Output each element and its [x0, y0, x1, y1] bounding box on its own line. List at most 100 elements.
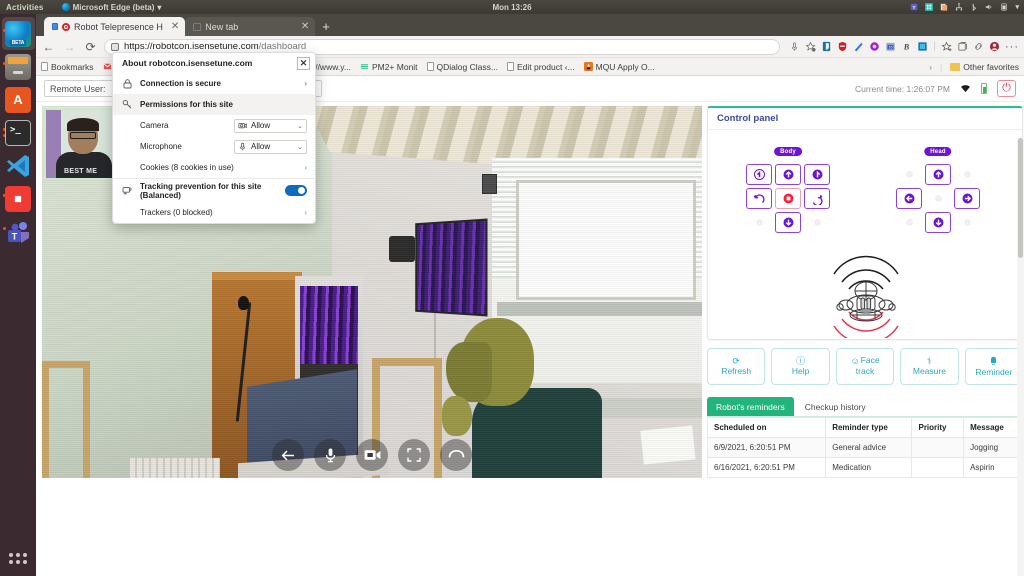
camera-button[interactable] [356, 439, 388, 471]
ubuntu-software-icon [5, 86, 31, 113]
column-header[interactable]: Message [963, 417, 1023, 438]
camera-permission-select[interactable]: Allow ⌄ [234, 118, 307, 133]
face-track-button[interactable]: ☺ Face track [835, 348, 895, 385]
self-view-video[interactable]: BEST ME [44, 108, 116, 180]
column-header[interactable]: Reminder type [825, 417, 913, 438]
teams-tray-icon: T [911, 3, 918, 11]
adblock-extension-icon[interactable] [837, 41, 848, 52]
dock-item-microsoft-edge-beta[interactable] [1, 17, 35, 50]
reminder-button[interactable]: Reminder [964, 348, 1024, 385]
body-rotate-left-button[interactable] [746, 188, 772, 209]
dock-item-files[interactable] [2, 50, 34, 83]
robot-icon [833, 255, 899, 338]
page-scrollbar[interactable] [1017, 138, 1024, 576]
clock[interactable]: Mon 13:26 [492, 3, 531, 12]
dock-item-red-app[interactable] [2, 182, 34, 215]
trackers-row[interactable]: Trackers (0 blocked) › [113, 202, 315, 223]
fullscreen-button[interactable] [398, 439, 430, 471]
bookmark-item[interactable]: MQU Apply O... [583, 62, 655, 72]
back-button[interactable] [272, 439, 304, 471]
select-value: Allow [251, 121, 271, 130]
cookies-row[interactable]: Cookies (8 cookies in use) › [113, 157, 315, 178]
system-tray[interactable]: T ▾ [910, 3, 1019, 11]
close-icon[interactable]: ✕ [297, 56, 310, 70]
settings-more-icon[interactable]: ··· [1005, 41, 1019, 53]
bookmark-item[interactable]: QDialog Class... [426, 62, 498, 72]
help-button[interactable]: ⓘ Help [771, 348, 830, 385]
activities-button[interactable]: Activities [0, 3, 44, 12]
system-menu-caret-icon[interactable]: ▾ [1015, 3, 1019, 11]
chevron-right-icon: › [304, 208, 307, 217]
collections-icon[interactable] [957, 41, 968, 52]
head-right-button[interactable] [954, 188, 980, 209]
back-icon[interactable]: ← [41, 40, 56, 54]
profile-avatar-icon[interactable] [989, 41, 1000, 52]
body-backward-button[interactable] [775, 212, 801, 233]
bookmark-item[interactable]: Bookmarks [41, 62, 94, 72]
bookmark-label: Bookmarks [51, 61, 94, 72]
power-button[interactable]: ⏻ [997, 80, 1016, 97]
hangup-button[interactable] [440, 439, 472, 471]
microphone-button[interactable] [314, 439, 346, 471]
dock-item-ubuntu-software[interactable] [2, 83, 34, 116]
bookmark-item[interactable]: PM2+ Monit [360, 62, 418, 72]
tab-close-icon[interactable]: ✕ [301, 21, 309, 32]
new-tab-button[interactable]: + [322, 19, 330, 34]
grammar-extension-icon[interactable] [853, 41, 864, 52]
head-pad-spacer [925, 188, 951, 209]
add-favorite-icon[interactable] [941, 41, 952, 52]
refresh-button[interactable]: ⟳ Refresh [707, 348, 766, 385]
bluetooth-tray-icon [972, 3, 977, 11]
active-app-menu[interactable]: Microsoft Edge (beta) ▾ [61, 3, 161, 12]
bookmarks-overflow-chevron[interactable]: › [929, 62, 932, 72]
dock-item-terminal[interactable] [2, 116, 34, 149]
reload-icon[interactable]: ⟳ [83, 40, 98, 54]
body-forward-right-button[interactable] [804, 164, 830, 185]
dock-item-vs-code[interactable] [2, 149, 34, 182]
table-row[interactable]: 6/9/2021, 6:20:51 PM General advice Jogg… [706, 437, 1023, 458]
favorite-collection-icon[interactable] [805, 41, 816, 52]
other-favorites-button[interactable]: Other favorites [950, 62, 1019, 72]
tab-checkup-history[interactable]: Checkup history [795, 397, 875, 416]
head-left-button[interactable] [896, 188, 922, 209]
dock-item-microsoft-teams[interactable]: T [2, 215, 34, 248]
body-forward-button[interactable] [775, 164, 801, 185]
microphone-icon[interactable] [789, 41, 800, 52]
tab-robot-telepresence[interactable]: Robot Telepresence H ✕ [44, 17, 186, 36]
body-forward-left-button[interactable] [746, 164, 772, 185]
row-label: Microphone [140, 142, 182, 151]
column-header[interactable]: Priority [911, 417, 965, 438]
doc-icon [426, 62, 434, 71]
bitwarden-extension-icon[interactable] [821, 41, 832, 52]
current-time-label: Current time: [855, 83, 905, 94]
tab-robots-reminders[interactable]: Robot's reminders [707, 397, 794, 416]
site-information-flyout: About robotcon.isensetune.com ✕ Connecti… [112, 52, 316, 224]
bold-extension-icon[interactable]: B [901, 41, 912, 52]
calendar-extension-icon[interactable]: 16 [885, 41, 896, 52]
show-applications-button[interactable] [9, 553, 27, 564]
microphone-permission-select[interactable]: Allow ⌄ [234, 139, 307, 154]
link-icon[interactable] [973, 41, 984, 52]
head-up-button[interactable] [925, 164, 951, 185]
reminders-table: Scheduled on Reminder type Priority Mess… [706, 417, 1023, 478]
body-stop-button[interactable] [775, 188, 801, 209]
forward-icon[interactable]: → [62, 40, 77, 54]
tab-strip: Robot Telepresence H ✕ New tab ✕ + [36, 14, 1024, 36]
tab-new-tab[interactable]: New tab ✕ [185, 17, 316, 36]
tracking-prevention-toggle[interactable] [285, 185, 307, 196]
site-info-lock-icon[interactable] [111, 42, 119, 51]
head-down-button[interactable] [925, 212, 951, 233]
measure-button[interactable]: ⚕ Measure [900, 348, 959, 385]
bookmark-item[interactable]: Edit product ‹... [506, 62, 575, 72]
extension-purple-icon[interactable] [869, 41, 880, 52]
app-status-area: Current time: 1:26:07 PM ⏻ [855, 80, 1016, 97]
fullscreen-icon [407, 448, 421, 462]
column-header[interactable]: Scheduled on [706, 417, 827, 438]
table-row[interactable]: 6/16/2021, 6:20:51 PM Medication Aspirin [706, 457, 1023, 478]
tab-close-icon[interactable]: ✕ [171, 21, 179, 32]
scrollbar-thumb[interactable] [1018, 138, 1023, 258]
connection-secure-row[interactable]: Connection is secure › [113, 73, 315, 94]
blue-extension-icon[interactable] [917, 41, 928, 52]
other-favorites-label: Other favorites [963, 61, 1019, 72]
body-rotate-right-button[interactable] [804, 188, 830, 209]
